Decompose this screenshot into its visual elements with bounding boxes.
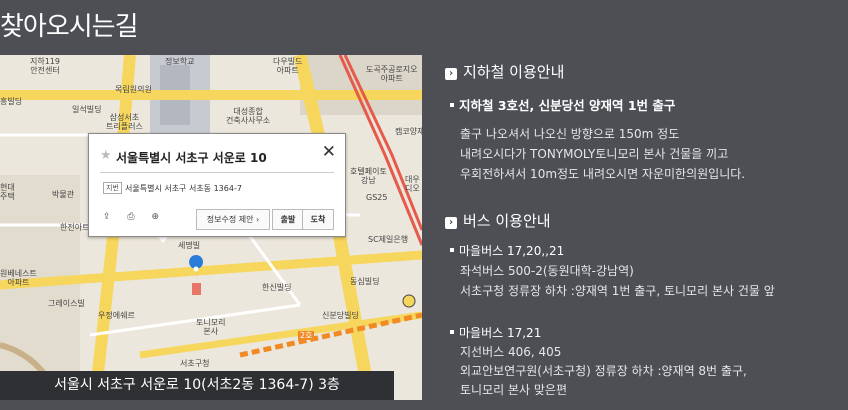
chevron-right-icon: › [445, 68, 457, 80]
bus-heading: › 버스 이용안내 [445, 210, 551, 231]
map-label: 박물관 [52, 190, 75, 199]
map-label: 우정에쉐르 [98, 311, 135, 320]
map-label: 신분당빌딩 [322, 311, 359, 320]
popup-tools: ⇪ ⎙ ⊕ [103, 212, 173, 222]
map-label: 그레이스빌 [48, 299, 85, 308]
map-label: 도곡주공로지오 아파트 [366, 65, 418, 83]
bus-item-1: 마을버스 17,20,,21 [450, 243, 564, 259]
chevron-right-icon: › [445, 217, 457, 229]
depart-button[interactable]: 출발 [272, 209, 304, 230]
map-label: 호텔페이토 강남 [350, 167, 387, 185]
map-label: 세명빌 [178, 241, 201, 250]
map-label: 일석빌딩 [72, 105, 102, 114]
map-label: 대우 디오 [405, 175, 420, 193]
share-icon[interactable]: ⇪ [103, 212, 111, 222]
close-icon[interactable]: ✕ [322, 142, 336, 162]
bus-line: 외교안보연구원(서초구청) 정류장 하차 :양재역 8번 출구, [460, 364, 747, 378]
map-label: 동심빌딩 [350, 277, 380, 286]
popup-title: 서울특별시 서초구 서운로 10 [116, 151, 267, 165]
map-label: 캠코양재 [395, 127, 422, 136]
address-bar: 서울시 서초구 서운로 10(서초2동 1364-7) 3층 [0, 371, 394, 400]
subway-line-3: 우회전하셔서 10m정도 내려오시면 자운미한의원입니다. [460, 167, 746, 181]
map-label: 목림원의원 [115, 85, 152, 94]
subway-line-2: 내려오시다가 TONYMOLY토니모리 본사 건물을 끼고 [460, 147, 729, 161]
bus-line: 서초구청 정류장 하차 :양재역 1번 출구, 토니모리 본사 건물 앞 [460, 284, 775, 298]
map-label: 원베네스트 아파트 [0, 269, 37, 287]
arrive-button[interactable]: 도착 [302, 209, 334, 230]
map-info-popup: ★ 서울특별시 서초구 서운로 10 ✕ 지번 서울특별시 서초구 서초동 13… [88, 133, 346, 237]
bus-line: 지선버스 406, 405 [460, 345, 562, 359]
map-label: 삼성서초 트리플러스 [106, 113, 143, 131]
subway-badge: 2호 [298, 331, 315, 340]
subway-heading: › 지하철 이용안내 [445, 61, 564, 82]
map-label: 서초구청 [180, 359, 210, 368]
map-label: 한신빌딩 [262, 283, 292, 292]
bullet-icon [450, 248, 454, 252]
bullet-icon [450, 103, 454, 107]
bullet-icon [450, 330, 454, 334]
map-label: 다우빌드 아파트 [273, 57, 303, 75]
map-label: 흥빌딩 [0, 97, 23, 106]
map-label: 대성종합 건축사사무소 [226, 107, 271, 125]
map-label: 정보학교 [165, 57, 195, 66]
jibun-tag: 지번 [103, 182, 122, 194]
bus-item-2: 마을버스 17,21 [450, 325, 541, 341]
page-title: 찾아오시는길 [0, 12, 139, 42]
divider [100, 172, 334, 173]
bus-line: 좌석버스 500-2(동원대학-강남역) [460, 264, 634, 278]
subway-line-1: 출구 나오셔서 나오신 방향으로 150m 정도 [460, 127, 680, 141]
map-label: 지하119 안전센터 [30, 57, 60, 75]
jibun-address: 서울특별시 서초구 서초동 1364-7 [125, 184, 242, 193]
map-label: 토니모리 본사 [196, 318, 226, 336]
edit-suggestion-button[interactable]: 정보수정 제안 › [196, 209, 270, 230]
print-icon[interactable]: ⎙ [127, 212, 134, 222]
map-label: SC제일은행 [368, 235, 409, 244]
map-label: GS25 [366, 193, 388, 202]
map-label: 현대 주택 [0, 183, 15, 201]
subway-item: 지하철 3호선, 신분당선 양재역 1번 출구 [450, 98, 675, 114]
zoom-icon[interactable]: ⊕ [152, 212, 160, 222]
bus-line: 토니모리 본사 맞은편 [460, 383, 567, 397]
star-icon[interactable]: ★ [100, 148, 112, 163]
map-label: 한전아트 [60, 223, 90, 232]
